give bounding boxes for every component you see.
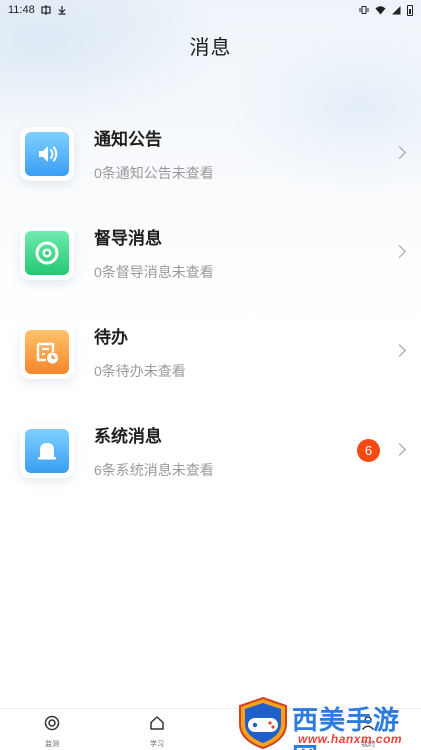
battery-icon bbox=[407, 4, 413, 16]
message-screen: 11:48 消息 通知公告 0条通知公告未查看 督导消息 0条督导消息未查看 待… bbox=[0, 0, 421, 750]
todo-clock-icon bbox=[25, 329, 69, 374]
bell-icon bbox=[25, 428, 69, 473]
target-icon bbox=[44, 715, 60, 736]
chevron-right-icon bbox=[393, 343, 406, 357]
wifi-icon bbox=[375, 5, 386, 15]
nav-label: 学习 bbox=[150, 741, 164, 748]
home-icon bbox=[149, 715, 165, 736]
page-title: 消息 bbox=[189, 36, 232, 59]
message-title: 督导消息 bbox=[94, 228, 162, 248]
eye-icon bbox=[25, 230, 69, 275]
notice-tile bbox=[20, 126, 74, 181]
status-bar: 11:48 bbox=[0, 0, 421, 20]
message-subtitle: 6条系统消息未查看 bbox=[94, 461, 214, 478]
todo-tile bbox=[20, 324, 74, 379]
chevron-right-icon bbox=[393, 145, 406, 159]
message-item-supervision[interactable]: 督导消息 0条督导消息未查看 bbox=[0, 203, 421, 302]
download-icon bbox=[57, 5, 67, 15]
message-title: 通知公告 bbox=[94, 129, 162, 149]
nav-item-study[interactable]: 学习 bbox=[127, 715, 187, 749]
gamepad-shield-logo bbox=[236, 696, 290, 750]
vibrate-icon bbox=[359, 5, 369, 15]
system-tile bbox=[20, 423, 74, 478]
message-title: 待办 bbox=[94, 327, 128, 347]
message-item-system[interactable]: 系统消息 6条系统消息未查看 6 bbox=[0, 401, 421, 500]
status-time: 11:48 bbox=[8, 4, 35, 16]
watermark: 西美手游网 www.hanxm.com bbox=[236, 696, 421, 750]
message-item-todo[interactable]: 待办 0条待办未查看 bbox=[0, 302, 421, 401]
speaker-icon bbox=[25, 131, 69, 176]
supervision-tile bbox=[20, 225, 74, 280]
message-subtitle: 0条待办未查看 bbox=[94, 362, 186, 379]
notification-icon bbox=[41, 5, 51, 15]
message-subtitle: 0条通知公告未查看 bbox=[94, 164, 214, 181]
nav-label: 监测 bbox=[45, 741, 59, 748]
nav-item-monitor[interactable]: 监测 bbox=[22, 715, 82, 749]
message-title: 系统消息 bbox=[94, 426, 162, 446]
message-item-notice[interactable]: 通知公告 0条通知公告未查看 bbox=[0, 104, 421, 203]
message-list: 通知公告 0条通知公告未查看 督导消息 0条督导消息未查看 待办 0条待办未查看… bbox=[0, 104, 421, 500]
watermark-url: www.hanxm.com bbox=[298, 732, 403, 746]
unread-badge: 6 bbox=[357, 438, 380, 462]
signal-icon bbox=[391, 5, 401, 15]
chevron-right-icon bbox=[393, 244, 406, 258]
chevron-right-icon bbox=[393, 442, 406, 456]
message-subtitle: 0条督导消息未查看 bbox=[94, 263, 214, 280]
header: 消息 bbox=[0, 20, 421, 70]
